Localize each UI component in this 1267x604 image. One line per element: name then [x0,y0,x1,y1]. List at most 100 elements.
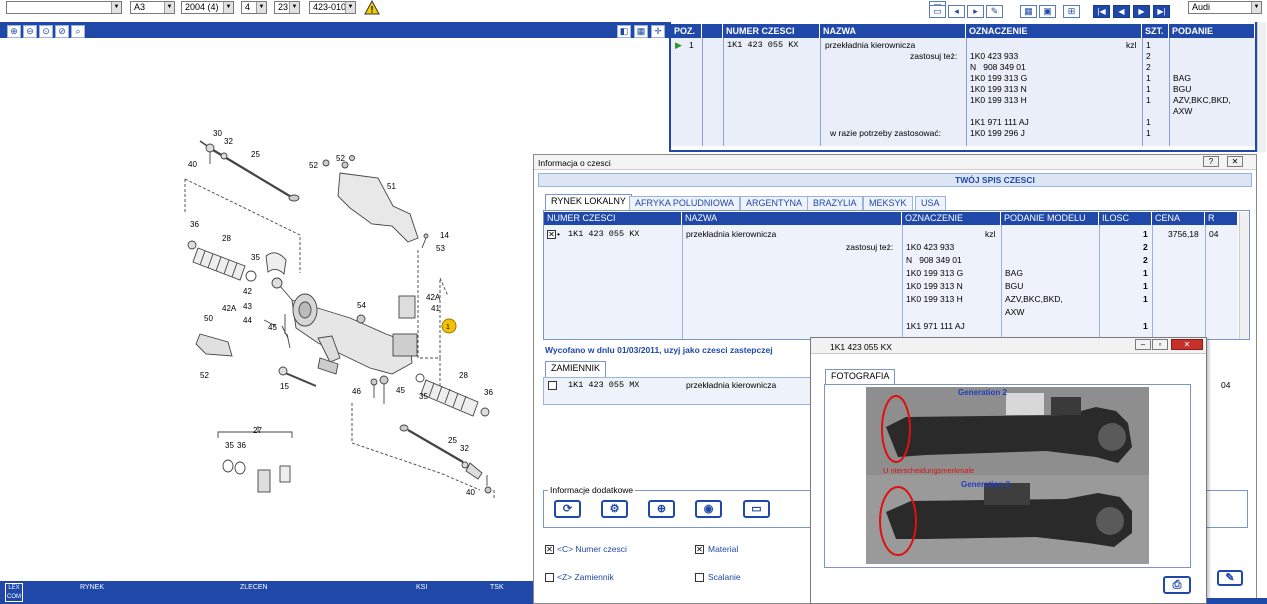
add-part-icon[interactable]: ⊕ [648,500,675,518]
forward-arrow-icon[interactable]: ▸ [967,5,984,18]
zoom-in-icon[interactable]: ⊕ [7,25,21,38]
merge-checkbox[interactable] [695,573,704,582]
tab-fotografia[interactable]: FOTOGRAFIA [825,369,896,385]
back-arrow-icon[interactable]: ◂ [948,5,965,18]
search-icon[interactable]: ⌕ [71,25,85,38]
catalog-icon[interactable]: ▭ [743,500,770,518]
zoom-reset-icon[interactable]: ⊘ [55,25,69,38]
last-page-icon[interactable]: ▶| [1153,5,1170,18]
svg-text:!: ! [371,5,374,15]
minimize-icon[interactable]: – [1135,339,1151,350]
row-checkbox[interactable]: ✕ [547,230,556,239]
help-icon[interactable]: ? [1203,156,1219,167]
info-row-ozn: 1K0 199 313 G [906,268,964,278]
row-szt: 1 [1146,95,1151,105]
table-scrollbar[interactable] [1257,22,1266,152]
edit-note-icon[interactable]: ✎ [1217,570,1243,586]
next-page-icon[interactable]: ▶ [1133,5,1150,18]
close-icon[interactable]: ✕ [1227,156,1243,167]
tab-argentyna[interactable]: ARGENTYNA [740,196,809,210]
zoom-fit-icon[interactable]: ⊙ [39,25,53,38]
edit-icon[interactable]: ✎ [986,5,1003,18]
num-checkbox[interactable]: ✕ [545,545,554,554]
prev-page-icon[interactable]: ◀ [1113,5,1130,18]
repl-checkbox-label[interactable]: <Z> Zamiennik [557,572,614,582]
close-icon[interactable]: ✕ [1171,339,1203,350]
group-select[interactable]: 23 ▼ [274,1,300,14]
vehicle-icon[interactable]: ⚙ [601,500,628,518]
status-zlecen[interactable]: ZLECEN [240,584,268,591]
callout-1: 1 [446,324,450,331]
camera-icon[interactable]: ◉ [695,500,722,518]
status-rynek[interactable]: RYNEK [80,584,104,591]
subgroup-select[interactable]: 423-010 ▼ [309,1,356,14]
tab-usa[interactable]: USA [915,196,946,210]
info-col-nazwa[interactable]: NAZWA [682,212,902,225]
col-header-poz[interactable]: POZ. [671,24,702,38]
zoom-out-icon[interactable]: ⊖ [23,25,37,38]
refresh-icon[interactable]: ⟳ [554,500,581,518]
info-row-ozn: 1K0 199 313 N [906,281,963,291]
material-checkbox[interactable]: ✕ [695,545,704,554]
chevron-down-icon: ▼ [164,2,174,13]
layout-left-icon[interactable]: ◧ [617,25,631,38]
model-select[interactable]: A3 ▼ [130,1,175,14]
row-ozn: 1K1 971 111 AJ [970,117,1029,127]
gen3-label: Generation 3 [961,480,1010,489]
num-checkbox-label[interactable]: <C> Numer czesci [557,544,627,554]
layout-grid-icon[interactable]: ▦ [634,25,648,38]
callout-46: 46 [352,387,361,396]
main-group-value: 4 [245,2,251,12]
info-col-cena[interactable]: CENA [1152,212,1205,225]
col-header-szt[interactable]: SZT. [1142,24,1169,38]
parts-diagram[interactable]: 30 32 25 40 52 52 51 14 53 36 28 35 42 4… [0,38,535,583]
material-checkbox-label[interactable]: Material [708,544,738,554]
cart-icon[interactable]: ⊞ [1063,5,1080,18]
warning-icon[interactable]: ! [364,0,380,17]
merge-checkbox-label[interactable]: Scalanie [708,572,741,582]
maximize-icon[interactable]: ▫ [1152,339,1168,350]
repl-checkbox[interactable] [545,573,554,582]
callout-50: 50 [204,314,213,323]
tab-meksyk[interactable]: MEKSYK [863,196,913,210]
info-window-titlebar [534,155,1256,170]
info-col-num[interactable]: NUMER CZESCI [544,212,682,225]
info-col-ilosc[interactable]: ILOSC [1099,212,1152,225]
selected-row[interactable] [671,38,1255,146]
print-list-icon[interactable]: ▭ [929,5,946,18]
row-szt: 1 [1146,40,1151,50]
year-select[interactable]: 2004 (4) ▼ [181,1,234,14]
col-header-model[interactable]: PODANIE MODELU [1169,24,1255,50]
info-col-r[interactable]: R [1205,212,1238,225]
col-header-nazwa[interactable]: NAZWA [820,24,966,38]
info-row-ilosc: 1 [1143,268,1148,278]
info-row-ozn: 1K0 423 933 [906,242,955,252]
tab-rynek-lokalny[interactable]: RYNEK LOKALNY [545,194,632,210]
layout-expand-icon[interactable]: ✛ [651,25,665,38]
callout-43: 43 [243,302,252,311]
status-tsk[interactable]: TSK [490,584,504,591]
tab-brazylia[interactable]: BRAZYLIA [807,196,863,210]
info-row-ilosc: 1 [1143,321,1148,331]
info-row-model: BAG [1005,268,1023,278]
row-model: BAG [1173,73,1191,83]
callout-42: 42 [243,287,252,296]
save-icon[interactable]: ▣ [1039,5,1056,18]
tab-zamiennik[interactable]: ZAMIENNIK [545,361,607,377]
col-header-num[interactable]: NUMER CZESCI [723,24,820,38]
brand-select[interactable]: Audi ▼ [1188,1,1262,14]
info-col-model[interactable]: PODANIE MODELU [1001,212,1099,225]
status-ksi[interactable]: KSI [416,584,427,591]
catalog-select[interactable]: ▼ [6,1,122,14]
col-header-ozn[interactable]: OZNACZENIE [966,24,1142,38]
tab-afryka[interactable]: AFRYKA POLUDNIOWA [629,196,741,210]
print-icon[interactable]: ⎙ [1163,576,1191,594]
main-group-select[interactable]: 4 ▼ [241,1,267,14]
group-select-value: 23 [278,2,289,12]
info-table-scrollbar[interactable] [1239,212,1249,339]
row-model: BGU [1173,84,1192,94]
info-col-ozn[interactable]: OZNACZENIE [902,212,1001,225]
first-page-icon[interactable]: |◀ [1093,5,1110,18]
replacement-checkbox[interactable] [548,381,557,390]
calculator-icon[interactable]: ▦ [1020,5,1037,18]
